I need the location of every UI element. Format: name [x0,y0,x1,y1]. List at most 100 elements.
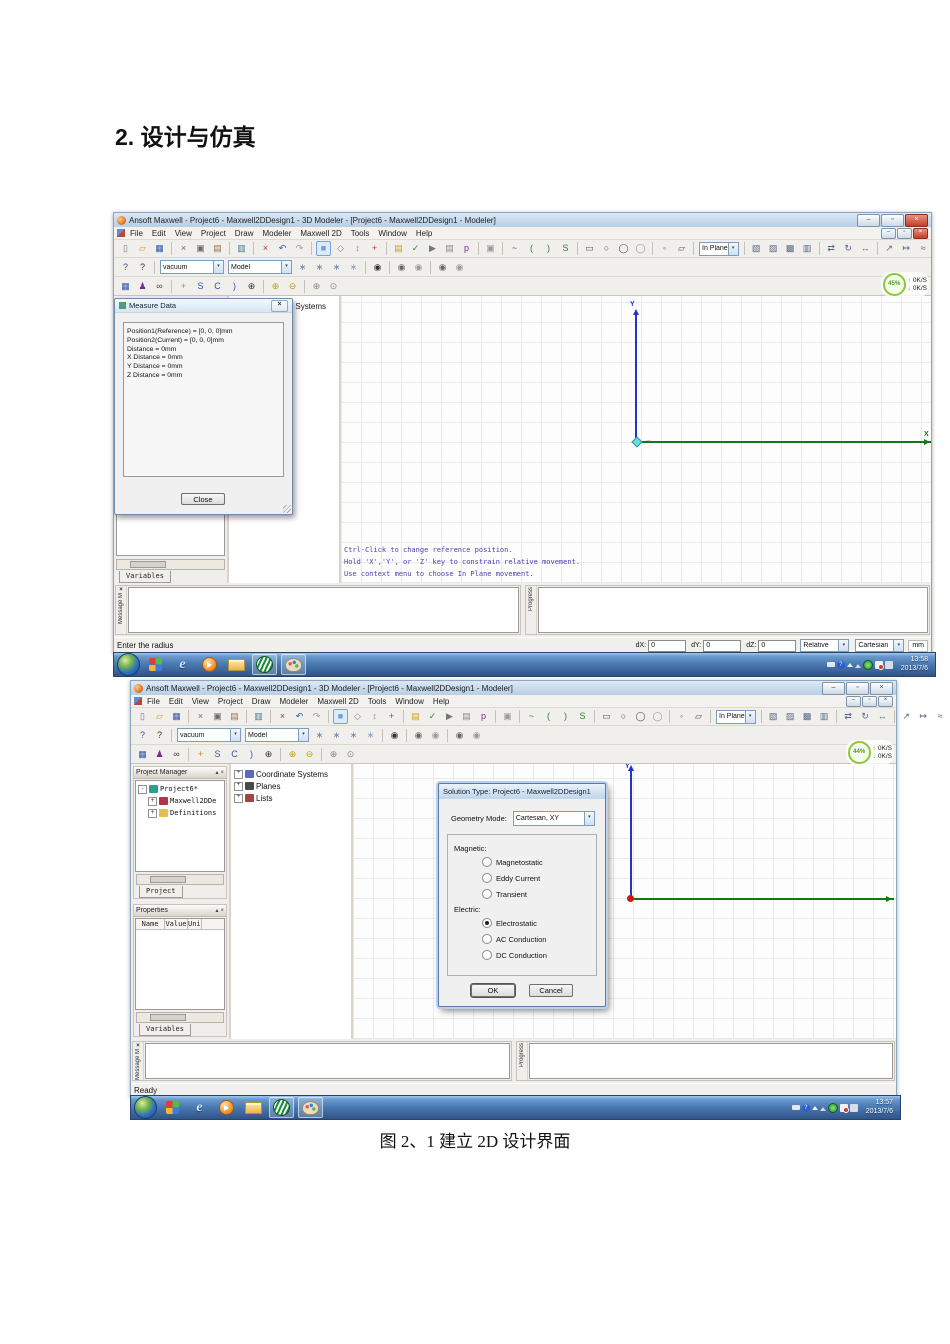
pan-icon[interactable]: + [176,279,191,294]
menu-item[interactable]: View [175,229,192,238]
coordinate-input[interactable]: 0 [648,639,687,652]
subtract-icon[interactable]: ▨ [766,241,781,256]
boundary-display-icon[interactable]: ♟ [135,279,150,294]
scrollbar-thumb[interactable] [130,561,166,568]
offset-icon[interactable]: ↦ [916,709,931,724]
zoom-in-icon[interactable]: ⊕ [268,279,283,294]
modeler-viewport[interactable]: Y X [353,764,896,1039]
geometry-mode-dropdown[interactable]: Cartesian, XY [512,811,595,826]
unite-icon[interactable]: ▧ [749,241,764,256]
help-pointer-icon[interactable]: ? [118,260,133,275]
orientation-icon[interactable]: ■ [316,241,331,256]
draw-circle-icon[interactable]: ○ [599,241,614,256]
menu-item[interactable]: Maxwell 2D [317,697,358,706]
pan-icon[interactable]: + [193,747,208,762]
coordinate-input[interactable]: 0 [758,639,797,652]
menu-item[interactable]: Tools [368,697,387,706]
intersect-icon[interactable]: ▩ [800,709,815,724]
hide-selection-icon[interactable]: ◉ [411,260,426,275]
align-plane-icon[interactable]: ∗ [346,260,361,275]
menu-item[interactable]: Window [378,229,406,238]
scrollbar-thumb[interactable] [150,876,186,883]
maximize-button[interactable] [846,681,869,695]
hide-selection-icon[interactable]: ◉ [428,728,443,743]
close-button[interactable] [905,213,928,227]
media-player-icon[interactable] [198,655,221,674]
hide-all-icon[interactable]: ◉ [469,728,484,743]
redo-icon[interactable]: ↷ [292,241,307,256]
menu-item[interactable]: Modeler [262,229,291,238]
plane-dropdown[interactable]: In Plane [716,709,756,724]
media-player-icon[interactable] [215,1098,238,1117]
delete-icon[interactable]: × [258,241,273,256]
radio-option[interactable]: Eddy Current [482,873,596,883]
radio-icon[interactable] [482,873,492,883]
draw-line-icon[interactable]: ~ [507,241,522,256]
rotate-center-icon[interactable]: S [210,747,225,762]
snap-icon[interactable]: ◇ [333,241,348,256]
keyboard-tray-icon[interactable] [791,1105,800,1110]
radio-option[interactable]: Electrostatic [482,918,596,928]
coordinate-system-dropdown[interactable]: Cartesian [855,639,905,652]
analyze-icon[interactable]: ▶ [442,709,457,724]
grid-settings-icon[interactable]: ▦ [118,279,133,294]
menu-item[interactable]: Tools [351,229,370,238]
titlebar[interactable]: Ansoft Maxwell - Project6 - Maxwell2DDes… [131,681,896,695]
model-dropdown[interactable]: Model [245,728,309,742]
tab-project[interactable]: Project [139,886,183,898]
scrollbar-thumb[interactable] [150,1014,186,1021]
keyboard-tray-icon[interactable] [826,662,835,667]
expand-icon[interactable]: - [138,784,147,794]
paste-icon[interactable]: ▤ [227,709,242,724]
help-tray-icon[interactable] [836,660,845,669]
boundary-display-icon[interactable]: ♟ [152,747,167,762]
results-icon[interactable]: ▤ [459,709,474,724]
align-plane-icon[interactable]: ∗ [363,728,378,743]
pin-icon[interactable]: ▴ [215,907,218,914]
validate-icon[interactable]: ✓ [425,709,440,724]
draw-rect-icon[interactable]: ▭ [599,709,614,724]
radio-option[interactable]: Transient [482,889,596,899]
help-tray-icon[interactable] [801,1103,810,1112]
zoom-out-icon[interactable]: ⊖ [285,279,300,294]
draw-arc3-icon[interactable]: ) [541,241,556,256]
visibility-icon[interactable]: ◉ [370,260,385,275]
uac-tray-icon[interactable] [854,661,861,668]
menu-item[interactable]: Modeler [279,697,308,706]
draw-arc-icon[interactable]: ( [524,241,539,256]
radio-icon[interactable] [482,950,492,960]
subtract-icon[interactable]: ▨ [783,709,798,724]
menu-item[interactable]: Window [395,697,423,706]
tree-item-maxwell2ddesign[interactable]: + Maxwell2DDe [148,795,224,807]
column-header[interactable]: Uni [188,919,202,929]
align-y-icon[interactable]: ∗ [312,260,327,275]
zoom-fit-icon[interactable]: ⊙ [343,747,358,762]
message-list[interactable] [128,587,519,633]
paint-taskbar-icon[interactable] [298,1097,323,1118]
material-db-icon[interactable]: ▤ [391,241,406,256]
sweep-icon[interactable]: ≈ [916,241,931,256]
coordinate-system-icon[interactable]: + [384,709,399,724]
start-button[interactable] [117,653,140,676]
save-icon[interactable]: ▦ [169,709,184,724]
coordinate-system-icon[interactable]: + [367,241,382,256]
menu-item[interactable]: File [147,697,160,706]
netspeed-badge[interactable]: 45% 0K/S 0K/S [880,272,929,297]
duplicate-rotate-icon[interactable]: ↻ [858,709,873,724]
rotate-view-icon[interactable]: C [227,747,242,762]
new-icon[interactable]: ▯ [118,241,133,256]
dialog-titlebar[interactable]: Measure Data [115,299,292,313]
titlebar[interactable]: Ansoft Maxwell - Project6 - Maxwell2DDes… [114,213,931,227]
draw-arc3-icon[interactable]: ) [558,709,573,724]
radio-option[interactable]: DC Conduction [482,950,596,960]
new-icon[interactable]: ▯ [135,709,150,724]
draw-oval-icon[interactable]: ◯ [650,709,665,724]
close-button[interactable]: Close [181,493,225,505]
plane-dropdown[interactable]: In Plane [699,241,739,256]
network-tray-icon[interactable] [884,660,893,669]
copy-icon[interactable]: ▣ [210,709,225,724]
ie-icon[interactable] [171,655,194,674]
modeler-viewport[interactable]: Y X Ctrl-Click to change reference posit… [341,296,931,583]
maxwell-taskbar-icon[interactable] [269,1097,294,1118]
intersect-icon[interactable]: ▩ [783,241,798,256]
